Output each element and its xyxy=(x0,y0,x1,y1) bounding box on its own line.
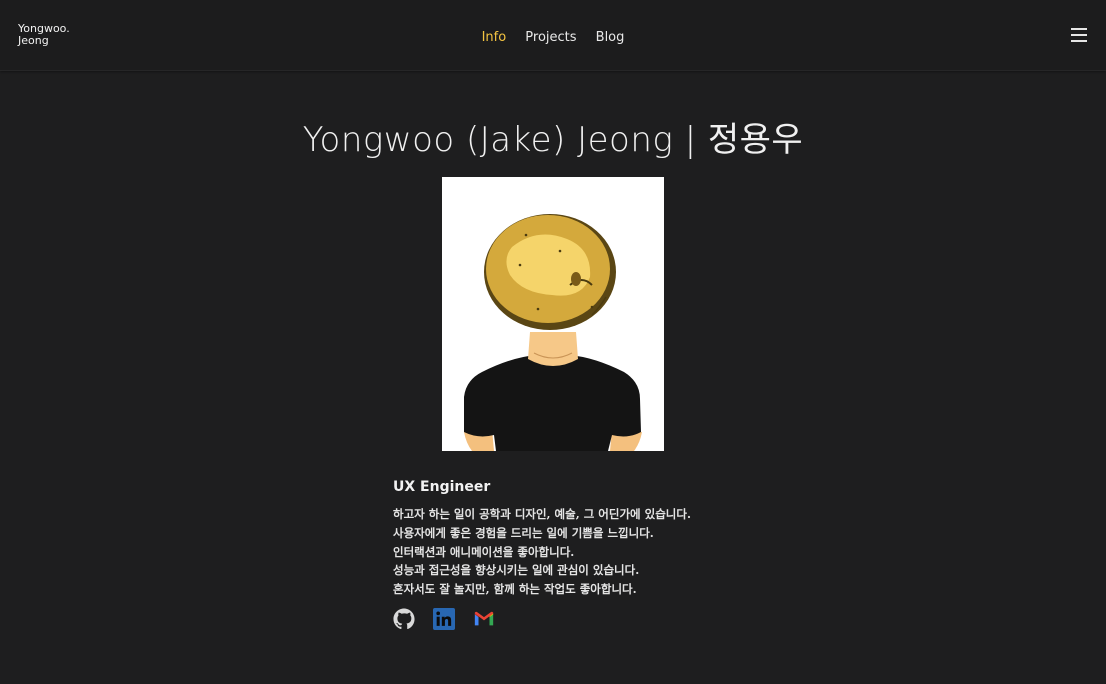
social-links xyxy=(393,607,813,630)
nav-item-info[interactable]: Info xyxy=(482,30,507,45)
bio-line: 성능과 접근성을 향상시키는 일에 관심이 있습니다. xyxy=(393,563,640,578)
page-title: Yongwoo (Jake) Jeong | 정용우 xyxy=(302,120,804,160)
bio-line: 인터랙션과 애니메이션을 좋아합니다. xyxy=(393,544,575,559)
hamburger-icon[interactable] xyxy=(1071,28,1087,42)
linkedin-icon[interactable] xyxy=(433,607,455,630)
gmail-icon[interactable] xyxy=(473,608,495,630)
job-title: UX Engineer xyxy=(393,479,491,495)
bio-line: 사용자에게 좋은 경험을 드리는 일에 기쁨을 느낍니다. xyxy=(393,525,654,540)
site-header: Yongwoo. Jeong Info Projects Blog xyxy=(0,0,1106,71)
github-icon[interactable] xyxy=(393,608,415,630)
nav-item-projects[interactable]: Projects xyxy=(525,30,576,45)
profile-illustration xyxy=(442,177,664,451)
bio-text: 하고자 하는 일이 공학과 디자인, 예술, 그 어딘가에 있습니다. 사용자에… xyxy=(393,505,813,599)
main-nav: Info Projects Blog xyxy=(0,26,1106,45)
nav-item-blog[interactable]: Blog xyxy=(596,30,625,45)
bio-section: UX Engineer 하고자 하는 일이 공학과 디자인, 예술, 그 어딘가… xyxy=(393,479,813,630)
bio-line: 혼자서도 잘 놀지만, 함께 하는 작업도 좋아합니다. xyxy=(393,582,637,597)
bio-line: 하고자 하는 일이 공학과 디자인, 예술, 그 어딘가에 있습니다. xyxy=(393,507,691,521)
